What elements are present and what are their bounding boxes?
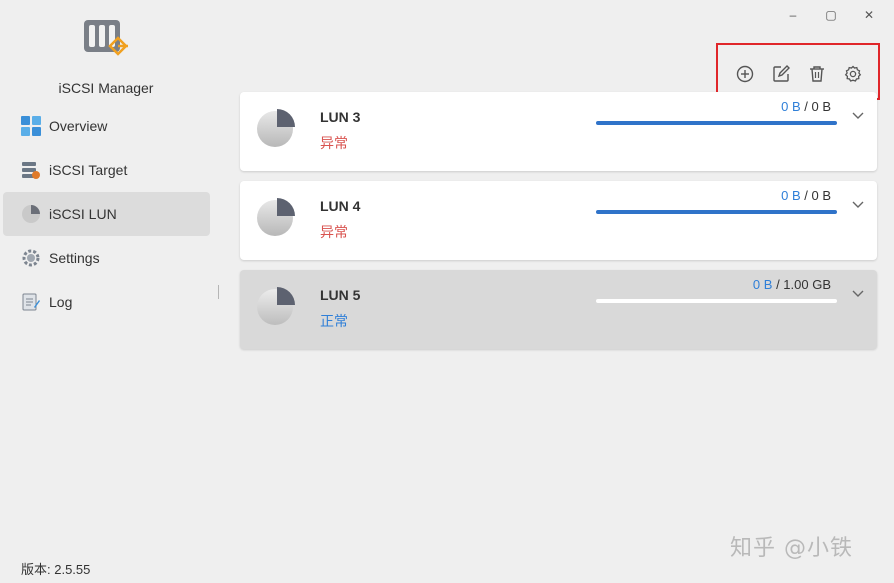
add-icon (736, 65, 754, 83)
lun-usage-fill (596, 210, 837, 214)
sidebar: iSCSI Manager Overview iSCSI Target iSCS… (0, 0, 216, 583)
lun-used: 0 B (781, 188, 801, 203)
lun-status: 异常 (320, 135, 348, 151)
sidebar-item-label: iSCSI Target (49, 162, 128, 178)
window-controls: – ▢ ✕ (774, 6, 888, 24)
lun-name: LUN 3 (320, 109, 361, 125)
lun-status: 异常 (320, 224, 348, 240)
chevron-down-icon[interactable] (851, 287, 865, 301)
log-icon (20, 291, 42, 313)
sidebar-item-label: Log (49, 294, 73, 310)
lun-usage-fill (596, 121, 837, 125)
lun-card[interactable]: LUN 5 正常 0 B / 1.00 GB (240, 270, 877, 349)
gear-icon (20, 247, 42, 269)
lun-card[interactable]: LUN 3 异常 0 B / 0 B (240, 92, 877, 171)
add-button[interactable] (734, 63, 756, 85)
sidebar-item-label: Overview (49, 118, 108, 134)
lun-total: 0 B (811, 188, 831, 203)
overview-icon (20, 115, 42, 137)
watermark: 知乎 @小铁 (730, 536, 853, 561)
lun-usage-bar (596, 299, 837, 303)
sidebar-item-overview[interactable]: Overview (3, 104, 210, 148)
close-button[interactable]: ✕ (850, 6, 888, 24)
settings-button[interactable] (842, 63, 864, 85)
version-label: 版本: 2.5.55 (21, 562, 91, 577)
app-logo-icon (82, 18, 130, 60)
lun-used: 0 B (752, 277, 773, 292)
lun-usage-bar (596, 121, 837, 125)
pie-chart-icon (257, 198, 295, 236)
target-icon (20, 159, 42, 181)
toolbar (734, 63, 864, 85)
sidebar-item-iscsi-target[interactable]: iSCSI Target (3, 148, 210, 192)
edit-button[interactable] (770, 63, 792, 85)
lun-list: LUN 3 异常 0 B / 0 B LUN 4 异常 0 B / 0 B LU… (240, 92, 877, 359)
lun-used: 0 B (781, 99, 801, 114)
app-title: iSCSI Manager (58, 80, 154, 96)
sidebar-item-settings[interactable]: Settings (3, 236, 210, 280)
delete-button[interactable] (806, 63, 828, 85)
lun-size: 0 B / 0 B (781, 188, 831, 203)
pie-chart-icon (257, 287, 295, 325)
lun-size: 0 B / 1.00 GB (753, 277, 831, 292)
chevron-down-icon[interactable] (851, 198, 865, 212)
lun-total: 1.00 GB (783, 277, 831, 292)
lun-status: 正常 (320, 313, 348, 329)
sidebar-item-log[interactable]: Log (3, 280, 210, 324)
delete-icon (810, 66, 824, 82)
sidebar-nav: Overview iSCSI Target iSCSI LUN Settings… (3, 104, 210, 324)
maximize-button[interactable]: ▢ (812, 6, 850, 24)
lun-usage-bar (596, 210, 837, 214)
minimize-button[interactable]: – (774, 6, 812, 24)
settings-icon (844, 65, 862, 82)
lun-name: LUN 5 (320, 287, 361, 303)
sidebar-resize-handle[interactable] (218, 285, 219, 299)
lun-icon (20, 203, 42, 225)
app-window: – ▢ ✕ iSCSI Manager Overview iSCSI Targe… (0, 0, 894, 583)
pie-chart-icon (257, 109, 295, 147)
lun-size: 0 B / 0 B (781, 99, 831, 114)
edit-icon (773, 65, 790, 82)
lun-total: 0 B (811, 99, 831, 114)
lun-card[interactable]: LUN 4 异常 0 B / 0 B (240, 181, 877, 260)
sidebar-item-iscsi-lun[interactable]: iSCSI LUN (3, 192, 210, 236)
sidebar-item-label: Settings (49, 250, 100, 266)
chevron-down-icon[interactable] (851, 109, 865, 123)
sidebar-item-label: iSCSI LUN (49, 206, 117, 222)
lun-name: LUN 4 (320, 198, 361, 214)
